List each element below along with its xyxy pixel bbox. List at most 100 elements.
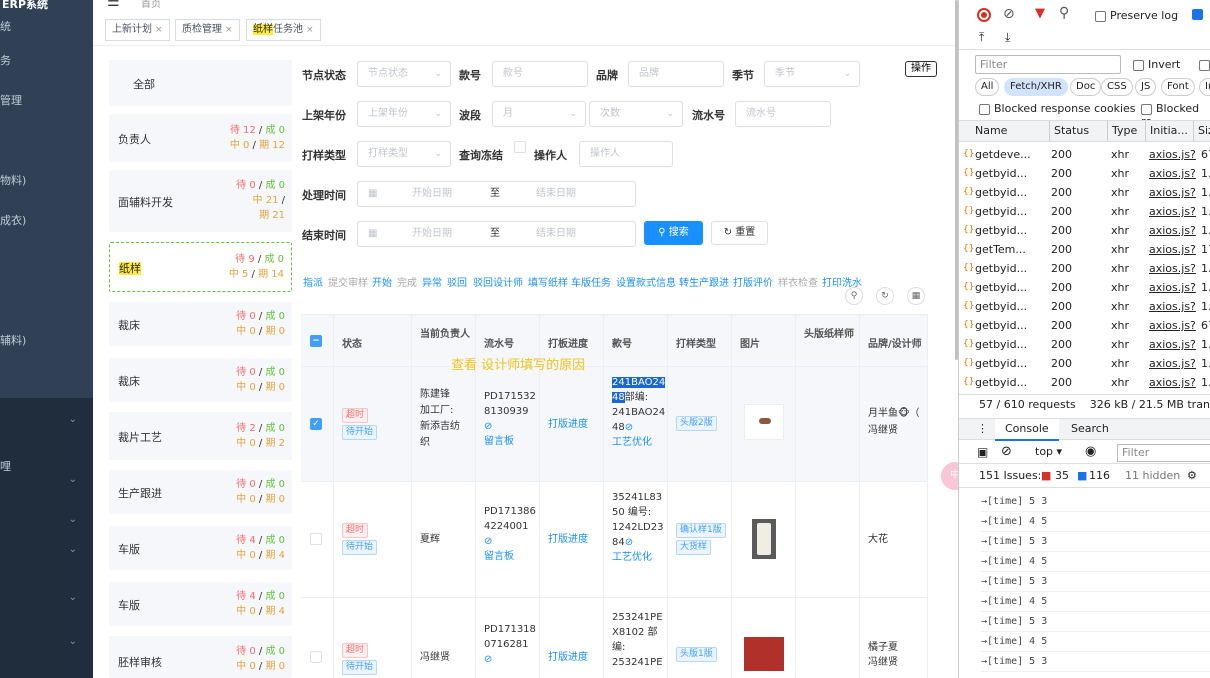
card-sewing[interactable]: 车版 待 4 / 成 0中 0 / 期 4 xyxy=(109,526,292,570)
request-init[interactable]: axios.js? xyxy=(1149,164,1196,183)
craft-optimize-link[interactable]: 工艺优化 xyxy=(612,552,652,563)
action-reject[interactable]: 驳回 xyxy=(447,274,467,289)
info-icon[interactable]: ■ xyxy=(1077,466,1087,486)
link-icon[interactable]: ⊘ xyxy=(625,422,633,433)
link-icon[interactable]: ⊘ xyxy=(484,536,492,547)
close-icon[interactable]: × xyxy=(155,25,163,35)
action-sample-check[interactable]: 样衣检查 xyxy=(778,274,818,289)
link-icon[interactable]: ⊘ xyxy=(625,537,633,548)
chip-js[interactable]: JS xyxy=(1135,78,1157,96)
request-init[interactable]: axios.js? xyxy=(1149,259,1196,278)
chip-font[interactable]: Font xyxy=(1161,78,1195,96)
action-set-style-info[interactable]: 设置款式信息 xyxy=(616,274,676,289)
request-init[interactable]: axios.js? xyxy=(1149,183,1196,202)
network-request-row[interactable]: getbyid... 200 xhr axios.js? 1.0 {} xyxy=(963,354,1210,373)
col-status[interactable]: Status xyxy=(1049,121,1089,141)
card-cutting[interactable]: 裁床 待 0 / 成 0中 0 / 期 0 xyxy=(109,302,292,346)
sidebar-item[interactable]: 辅料) xyxy=(0,332,26,348)
chip-fetch-xhr[interactable]: Fetch/XHR xyxy=(1004,78,1068,96)
request-init[interactable]: axios.js? xyxy=(1149,316,1196,335)
console-filter-input[interactable]: Filter xyxy=(1117,444,1210,462)
network-request-row[interactable]: getdeve... 200 xhr axios.js? 67 {} xyxy=(963,145,1210,164)
product-image[interactable] xyxy=(744,404,784,440)
close-icon[interactable]: × xyxy=(306,25,314,35)
tab-taskpool[interactable]: 纸样任务池 × xyxy=(246,19,321,41)
context-select[interactable]: top ▾ xyxy=(1035,442,1062,462)
request-init[interactable]: axios.js? xyxy=(1149,240,1196,259)
blocked-cookies-toggle[interactable]: Blocked response cookies xyxy=(979,102,1136,115)
col-initiator[interactable]: Initia... xyxy=(1145,121,1188,141)
chip-doc[interactable]: Doc xyxy=(1070,78,1102,96)
request-init[interactable]: axios.js? xyxy=(1149,335,1196,354)
product-image[interactable] xyxy=(752,519,776,559)
network-request-row[interactable]: getbyid... 200 xhr axios.js? 1.3 {} xyxy=(963,202,1210,221)
network-request-row[interactable]: getbyid... 200 xhr axios.js? 1.0 {} xyxy=(963,373,1210,392)
chevron-down-icon[interactable]: ⌄ xyxy=(69,474,77,485)
action-assign[interactable]: 指派 xyxy=(303,274,323,289)
refresh-icon[interactable]: ↻ xyxy=(876,287,894,305)
network-request-row[interactable]: getbyid... 200 xhr axios.js? 1.0 {} xyxy=(963,297,1210,316)
row-checkbox[interactable] xyxy=(310,651,322,663)
end-time-range[interactable]: ▦ 开始日期 至 结束日期 xyxy=(357,221,636,247)
chevron-down-icon[interactable]: ⌄ xyxy=(69,514,77,525)
action-reject-designer[interactable]: 驳回设计师 xyxy=(473,274,523,289)
action-evaluate[interactable]: 打版评价 xyxy=(733,274,773,289)
more-icon[interactable]: ⋮ xyxy=(977,419,988,439)
sidebar-item[interactable]: 务 xyxy=(0,52,11,68)
preserve-log-toggle[interactable]: Preserve log xyxy=(1095,9,1178,22)
chevron-down-icon[interactable]: ⌄ xyxy=(69,414,77,425)
tab-quality[interactable]: 质检管理 × xyxy=(175,19,240,41)
search-icon[interactable]: ⚲ xyxy=(1059,5,1069,21)
more-filters-checkbox[interactable] xyxy=(1199,58,1210,71)
card-pattern-active[interactable]: 纸样 待 9 / 成 0中 5 / 期 14 xyxy=(109,242,292,292)
action-fill-pattern[interactable]: 填写纸样 xyxy=(528,274,568,289)
card-production[interactable]: 生产跟进 待 0 / 成 0中 0 / 期 0 xyxy=(109,470,292,514)
band-count-select[interactable]: 次数 ⌄ xyxy=(589,101,683,127)
preserve-log-checkbox[interactable] xyxy=(1095,10,1106,22)
chevron-down-icon[interactable]: ⌄ xyxy=(69,636,77,647)
row-checkbox[interactable] xyxy=(310,533,322,545)
error-count[interactable]: 35 xyxy=(1055,466,1069,486)
close-icon[interactable]: × xyxy=(225,25,233,35)
message-board-link[interactable]: 留言板 xyxy=(484,436,514,447)
hamburger-icon[interactable]: ☰ xyxy=(107,0,120,10)
chevron-down-icon[interactable]: ⌄ xyxy=(69,592,77,603)
filter-icon[interactable]: ▼ xyxy=(1035,6,1045,21)
clear-icon[interactable]: ⊘ xyxy=(1003,6,1015,22)
table-row[interactable]: 超时 待开始 夏辉 PD171386 4224001 ⊘ 留言板 打版进度 35241… xyxy=(301,482,928,598)
network-request-row[interactable]: getbyid... 200 xhr axios.js? 1.3 {} xyxy=(963,221,1210,240)
brand-input[interactable]: 品牌 xyxy=(628,61,724,87)
chip-css[interactable]: CSS xyxy=(1101,78,1133,96)
card-all[interactable]: 全部 xyxy=(109,60,292,106)
card-sewing-2[interactable]: 车版 待 4 / 成 0中 0 / 期 4 xyxy=(109,582,292,626)
sidebar-item[interactable]: 哩 xyxy=(0,458,11,474)
node-status-select[interactable]: 节点状态 ⌄ xyxy=(357,61,451,87)
action-submit-review[interactable]: 提交审样 xyxy=(328,274,368,289)
progress-link[interactable]: 打版进度 xyxy=(548,534,588,545)
select-all-checkbox[interactable]: − xyxy=(310,335,322,347)
network-request-row[interactable]: getbyid... 200 xhr axios.js? 1.3 {} xyxy=(963,183,1210,202)
col-name[interactable]: Name xyxy=(975,121,1007,141)
sidebar-item[interactable]: 成衣) xyxy=(0,212,26,228)
band-month-select[interactable]: 月 ⌄ xyxy=(492,101,586,127)
action-sewing-task[interactable]: 车版任务 xyxy=(571,274,611,289)
record-icon[interactable] xyxy=(977,8,991,22)
card-fabric-dev[interactable]: 面辅料开发 待 0 / 成 0中 21 /期 21 xyxy=(109,170,292,232)
invert-checkbox[interactable] xyxy=(1133,59,1144,71)
request-init[interactable]: axios.js? xyxy=(1149,202,1196,221)
tab-console[interactable]: Console xyxy=(995,419,1059,441)
sidebar-item[interactable]: 管理 xyxy=(0,92,22,108)
action-complete[interactable]: 完成 xyxy=(397,274,417,289)
search-button[interactable]: ⚲ 搜索 xyxy=(644,221,703,245)
reset-button[interactable]: ↻ 重置 xyxy=(711,221,768,245)
request-init[interactable]: axios.js? xyxy=(1149,354,1196,373)
disable-cache-checkbox[interactable] xyxy=(1192,9,1203,20)
error-icon[interactable]: ■ xyxy=(1041,466,1051,486)
row-checkbox[interactable]: ✓ xyxy=(310,418,322,430)
progress-link[interactable]: 打版进度 xyxy=(548,419,588,430)
network-filter-input[interactable]: Filter xyxy=(975,55,1121,74)
request-init[interactable]: axios.js? xyxy=(1149,297,1196,316)
chevron-down-icon[interactable]: ⌄ xyxy=(69,544,77,555)
sidebar-toggle-icon[interactable]: ▣ xyxy=(977,442,988,462)
col-size[interactable]: Siz xyxy=(1193,121,1210,141)
